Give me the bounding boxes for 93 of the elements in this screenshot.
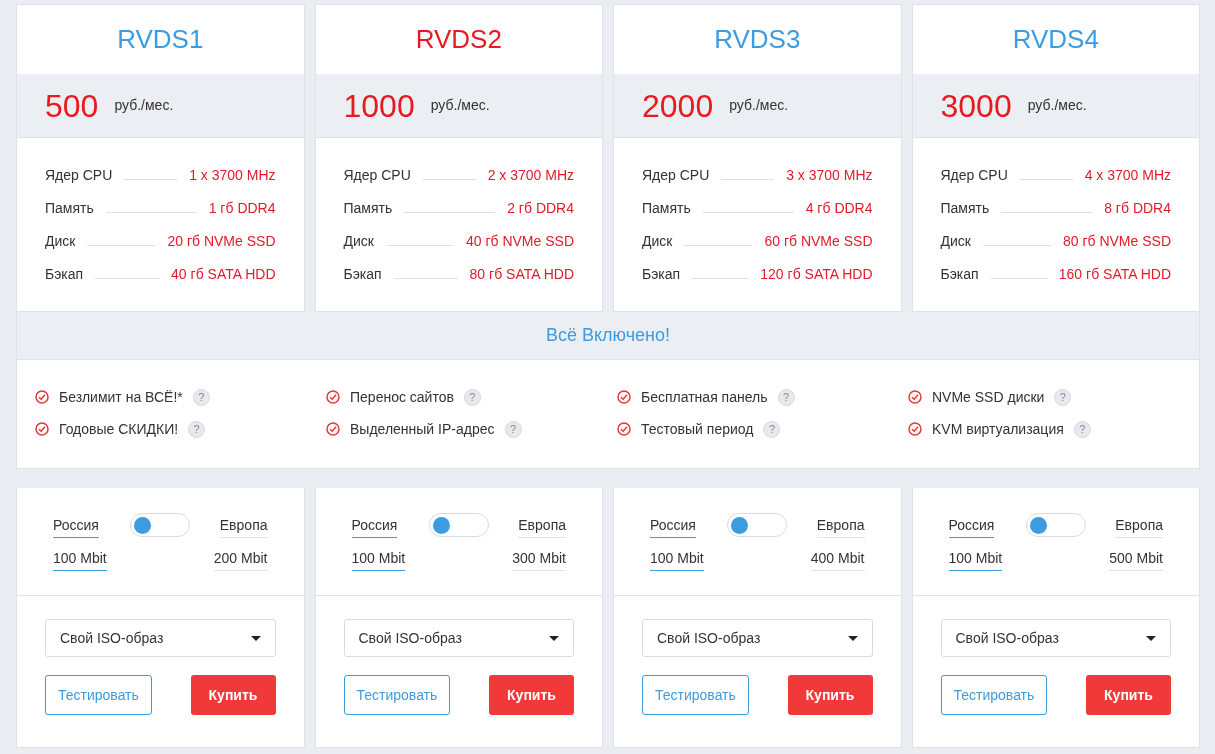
speed-option[interactable]: 300 Mbit (512, 548, 566, 571)
spec-value: 8 гб DDR4 (1104, 199, 1171, 218)
check-circle-icon (35, 390, 49, 404)
spec-value: 1 x 3700 MHz (189, 166, 276, 185)
caret-icon (549, 635, 559, 641)
price-unit: руб./мес. (114, 96, 174, 115)
spec-value: 3 x 3700 MHz (786, 166, 873, 185)
speed-option[interactable]: 100 Mbit (351, 548, 406, 571)
buy-button[interactable]: Купить (489, 675, 574, 715)
speed-option[interactable]: 500 Mbit (1109, 548, 1163, 571)
speed-option[interactable]: 100 Mbit (948, 548, 1003, 571)
spec-value: 2 гб DDR4 (507, 199, 574, 218)
feature-label: Тестовый период (641, 419, 754, 439)
feature-label: Бесплатная панель (641, 387, 768, 407)
spec-label: Ядер CPU (940, 166, 1008, 185)
feature-label: KVM виртуализация (932, 419, 1064, 439)
feature-label: Годовые СКИДКИ! (59, 419, 179, 439)
spec-value: 80 гб NVMe SSD (1062, 232, 1171, 251)
plan-name: RVDS1 (117, 23, 204, 56)
spec-label: Ядер CPU (45, 166, 113, 185)
image-select[interactable]: Свой ISO-образ (642, 619, 873, 657)
feature-label: NVMe SSD диски (932, 387, 1045, 407)
spec-value: 4 x 3700 MHz (1084, 166, 1171, 185)
check-circle-icon (908, 422, 922, 436)
speed-option[interactable]: 100 Mbit (650, 548, 704, 571)
spec-label: Память (642, 199, 691, 218)
price-unit: руб./мес. (1027, 96, 1087, 115)
included-title: Всё Включено! (545, 324, 671, 347)
image-select[interactable]: Свой ISO-образ (343, 619, 574, 657)
location-option[interactable]: Россия (53, 515, 99, 538)
location-toggle[interactable] (727, 513, 788, 537)
spec-label: Ядер CPU (642, 166, 710, 185)
speed-option[interactable]: 200 Mbit (213, 548, 268, 571)
spec-label: Бэкап (940, 265, 979, 284)
price-unit: руб./мес. (430, 96, 490, 115)
spec-value: 60 гб NVMe SSD (764, 232, 873, 251)
check-circle-icon (326, 422, 340, 436)
price: 500 (45, 86, 99, 126)
speed-option[interactable]: 100 Mbit (53, 548, 107, 571)
location-option[interactable]: Европа (1115, 515, 1163, 538)
spec-label: Ядер CPU (343, 166, 411, 185)
location-option[interactable]: Европа (219, 515, 268, 538)
price: 1000 (343, 86, 415, 126)
spec-value: 20 гб NVMe SSD (167, 232, 276, 251)
location-option[interactable]: Европа (816, 515, 865, 538)
check-circle-icon (908, 390, 922, 404)
speed-option[interactable]: 400 Mbit (810, 548, 865, 571)
feature-label: Выделенный IP-адрес (350, 419, 495, 439)
spec-value: 40 гб SATA HDD (171, 265, 276, 284)
spec-label: Бэкап (642, 265, 681, 284)
spec-label: Память (343, 199, 393, 218)
caret-icon (1146, 635, 1156, 641)
spec-value: 160 гб SATA HDD (1058, 265, 1171, 284)
spec-value: 4 гб DDR4 (805, 199, 873, 218)
spec-value: 2 x 3700 MHz (487, 166, 574, 185)
spec-label: Диск (940, 232, 971, 251)
location-option[interactable]: Россия (351, 515, 398, 538)
buy-button[interactable]: Купить (787, 675, 873, 715)
spec-value: 120 гб SATA HDD (760, 265, 873, 284)
spec-label: Диск (343, 232, 374, 251)
check-circle-icon (617, 390, 631, 404)
spec-label: Бэкап (343, 265, 382, 284)
feature-label: Безлимит на ВСЁ!* (59, 387, 183, 407)
price: 2000 (642, 86, 714, 126)
plan-name: RVDS2 (415, 23, 502, 56)
plan-name: RVDS4 (1012, 23, 1099, 56)
spec-label: Бэкап (45, 265, 84, 284)
location-option[interactable]: Россия (948, 515, 995, 538)
buy-button[interactable]: Купить (1086, 675, 1171, 715)
caret-icon (250, 635, 261, 641)
location-toggle[interactable] (1025, 513, 1086, 537)
plan-name: RVDS3 (714, 23, 801, 56)
location-toggle[interactable] (428, 513, 489, 537)
price-unit: руб./мес. (729, 96, 789, 115)
spec-label: Диск (642, 232, 673, 251)
spec-value: 80 гб SATA HDD (469, 265, 574, 284)
spec-label: Диск (45, 232, 76, 251)
spec-label: Память (45, 199, 94, 218)
spec-value: 40 гб NVMe SSD (465, 232, 574, 251)
caret-icon (847, 635, 858, 641)
price: 3000 (940, 86, 1012, 126)
image-select[interactable]: Свой ISO-образ (45, 619, 276, 657)
location-option[interactable]: Европа (518, 515, 566, 538)
check-circle-icon (35, 422, 49, 436)
feature-label: Перенос сайтов (350, 387, 454, 407)
spec-label: Память (940, 199, 990, 218)
spec-value: 1 гб DDR4 (208, 199, 276, 218)
buy-button[interactable]: Купить (190, 675, 276, 715)
location-toggle[interactable] (130, 513, 191, 537)
check-circle-icon (326, 390, 340, 404)
location-option[interactable]: Россия (650, 515, 696, 538)
check-circle-icon (617, 422, 631, 436)
image-select[interactable]: Свой ISO-образ (940, 619, 1171, 657)
